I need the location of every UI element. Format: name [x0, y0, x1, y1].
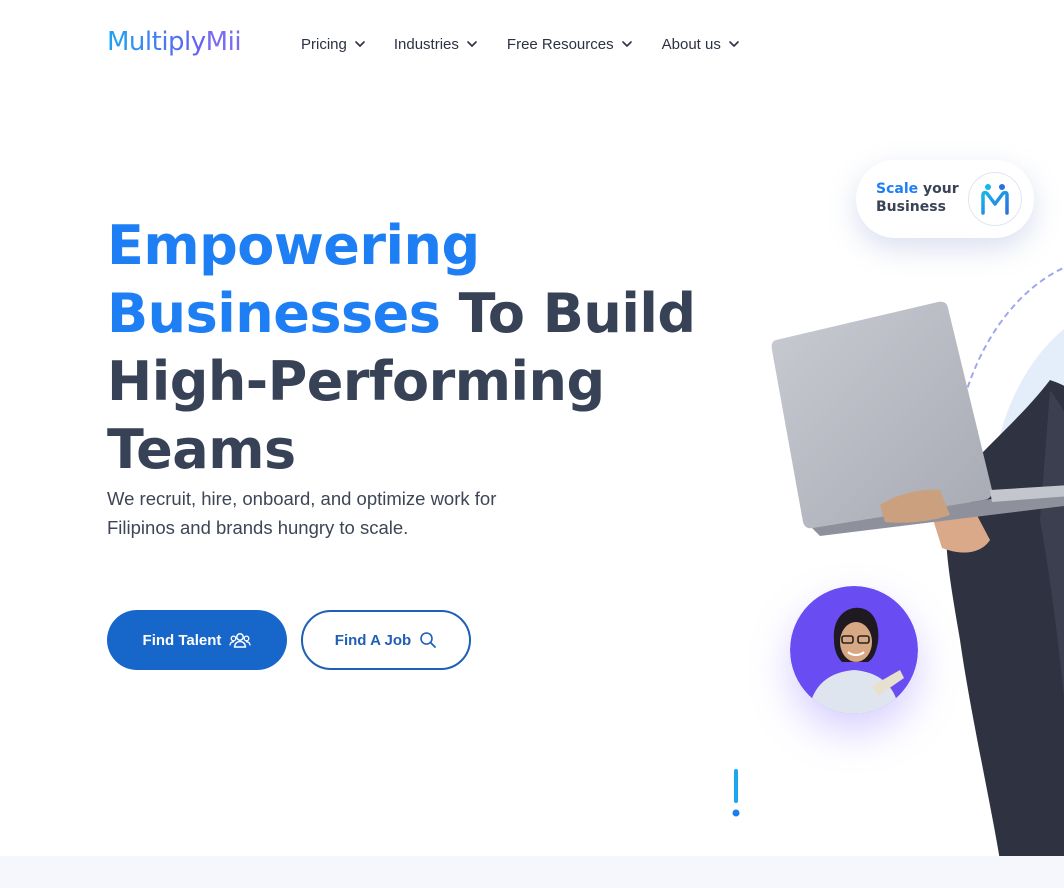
nav-item-free-resources[interactable]: Free Resources — [507, 34, 632, 54]
avatar-image — [790, 586, 918, 714]
chevron-down-icon — [467, 41, 477, 47]
logo[interactable]: Multiply Mii — [107, 24, 242, 60]
nav-label: Free Resources — [506, 35, 614, 53]
nav-item-pricing[interactable]: Pricing — [301, 34, 365, 54]
scale-word: Scale — [876, 181, 919, 197]
laptop-image — [771, 301, 1064, 536]
headline-text: Teams — [107, 418, 296, 481]
chevron-down-icon — [729, 41, 739, 47]
people-icon — [229, 633, 252, 648]
hero-subtext: We recruit, hire, onboard, and optimize … — [107, 488, 497, 538]
headline-text: To Build — [440, 282, 696, 345]
nav-label: Pricing — [301, 35, 347, 53]
chevron-down-icon — [621, 41, 632, 47]
nav-item-industries[interactable]: Industries — [394, 34, 477, 54]
logo-text-accent: Mii — [205, 27, 242, 57]
main-nav: Pricing Industries Free Resources About … — [301, 34, 739, 54]
scale-your-business-card: Scale your Business — [856, 160, 1034, 238]
find-a-job-button[interactable]: Find A Job — [301, 610, 471, 670]
scale-card-text: Scale your Business — [876, 180, 959, 216]
next-section-band — [0, 856, 1064, 888]
hero-headline: Empowering Businesses To Build High-Perf… — [107, 212, 727, 484]
nav-label: About us — [661, 35, 721, 53]
logo-text-main: Multiply — [107, 27, 206, 57]
chevron-down-icon — [355, 41, 365, 47]
find-a-job-label: Find A Job — [334, 631, 412, 649]
headline-highlight: Businesses — [107, 282, 441, 345]
find-talent-button[interactable]: Find Talent — [107, 610, 287, 670]
scale-text-rest: Business — [876, 199, 946, 215]
headline-highlight: Empowering — [107, 214, 480, 277]
page: Multiply Mii Pricing Industries Free Reso… — [0, 0, 1064, 888]
scroll-indicator — [732, 769, 740, 817]
headline-text: High-Performing — [107, 350, 605, 413]
scale-text-rest: your — [918, 181, 959, 197]
multiplymii-m-icon — [981, 184, 1009, 215]
find-talent-label: Find Talent — [142, 631, 222, 649]
search-icon — [420, 632, 437, 648]
brand-badge — [968, 172, 1022, 226]
nav-label: Industries — [393, 35, 459, 53]
nav-item-about-us[interactable]: About us — [662, 34, 739, 54]
candidate-avatar — [790, 586, 918, 714]
